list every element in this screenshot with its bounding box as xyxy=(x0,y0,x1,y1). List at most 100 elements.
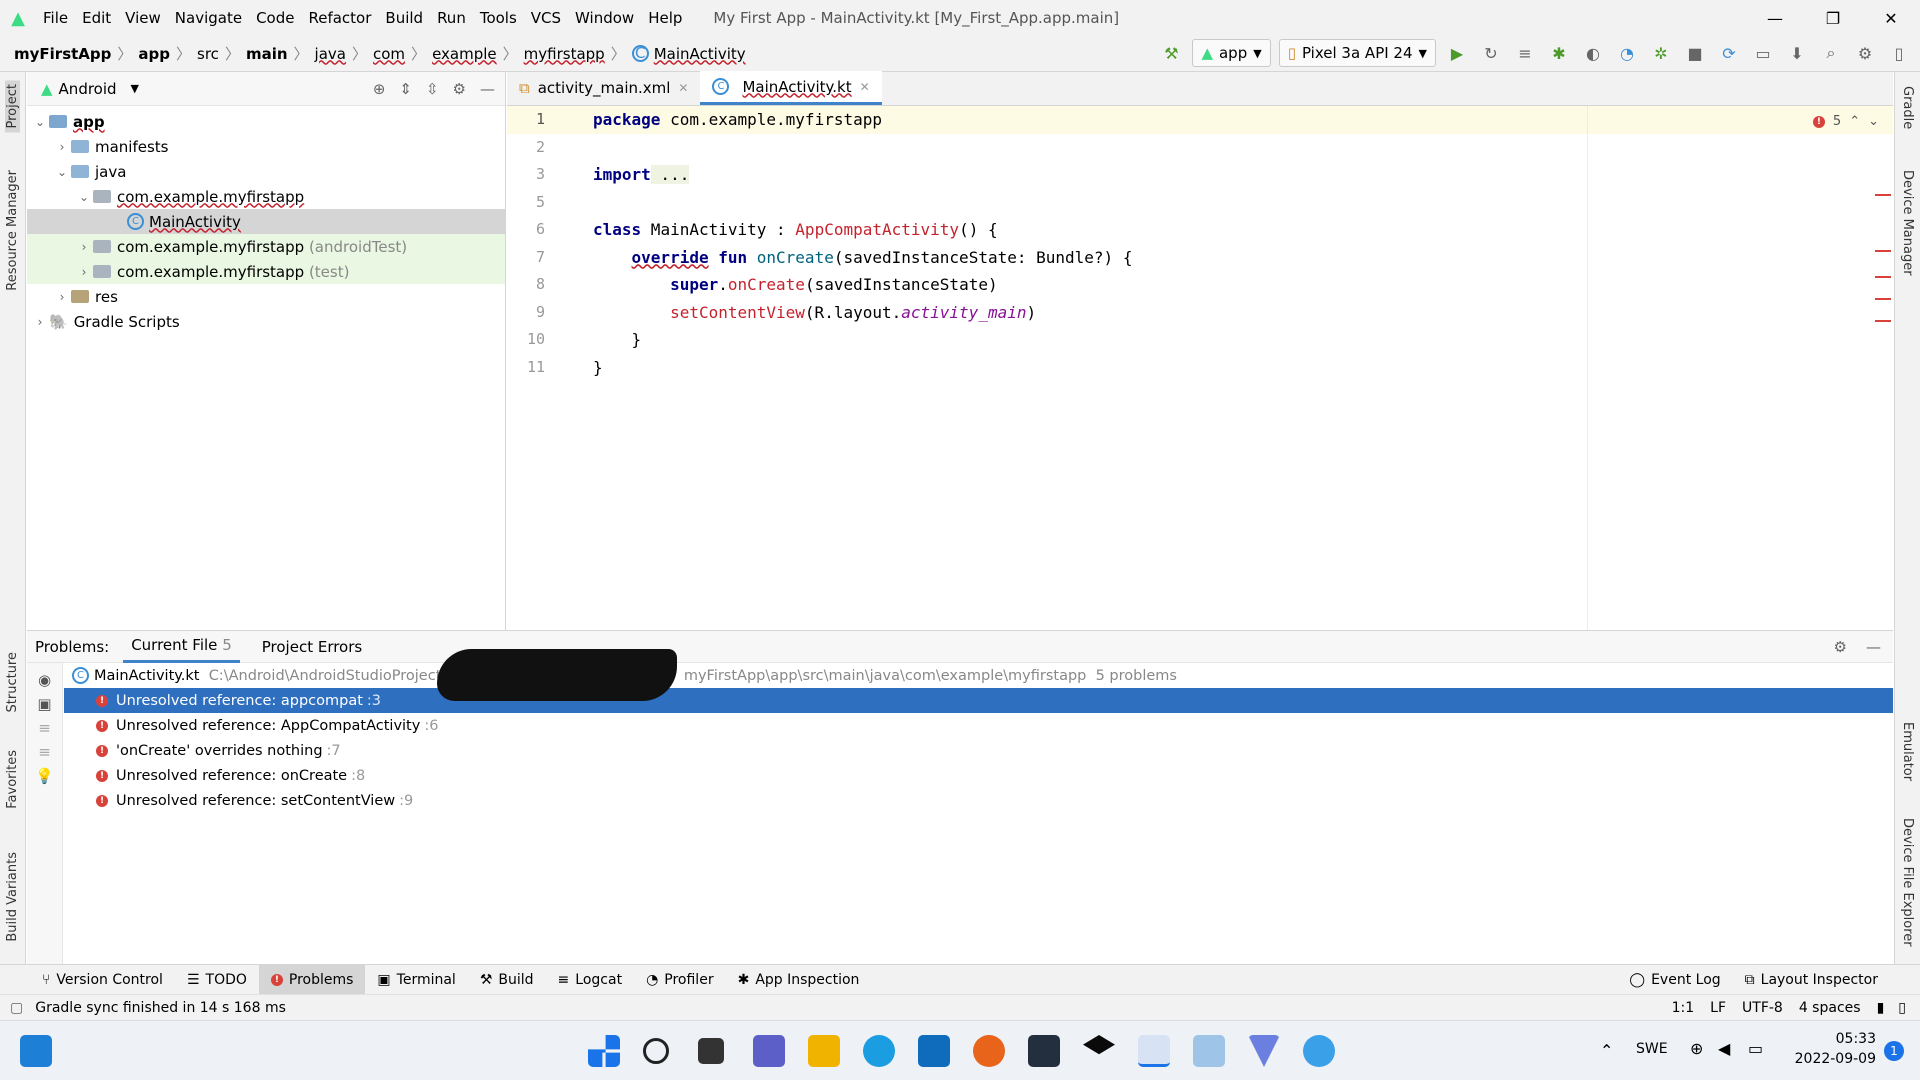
android-studio-taskbar-icon[interactable] xyxy=(1138,1035,1170,1067)
profile-icon[interactable]: ◔ xyxy=(1614,40,1640,66)
todo-button[interactable]: ☰ TODO xyxy=(175,965,259,995)
menu-file[interactable]: File xyxy=(36,9,75,27)
close-icon[interactable]: ✕ xyxy=(1862,0,1920,36)
search-icon[interactable] xyxy=(643,1038,669,1064)
chevron-up-icon[interactable]: ⌃ xyxy=(1600,1041,1613,1060)
event-log-button[interactable]: ◯ Event Log xyxy=(1617,965,1732,995)
notifications-icon[interactable]: ▯ xyxy=(1898,1000,1906,1016)
expand-all-icon[interactable]: ⇕ xyxy=(399,80,412,98)
chevron-right-icon[interactable]: › xyxy=(75,265,93,279)
chevron-down-icon[interactable]: ▼ xyxy=(131,82,139,95)
logcat-button[interactable]: ≡ Logcat xyxy=(546,965,635,995)
tab-current-file[interactable]: Current File 5 xyxy=(123,631,240,663)
locate-icon[interactable]: ⊕ xyxy=(373,80,386,98)
error-stripe-mark[interactable] xyxy=(1875,276,1891,278)
menu-build[interactable]: Build xyxy=(378,9,430,27)
apply-changes-icon[interactable]: ≡ xyxy=(1512,40,1538,66)
run-config-dropdown[interactable]: ▲ app ▼ xyxy=(1192,39,1271,67)
tree-item-mainactivity[interactable]: C MainActivity xyxy=(27,209,505,234)
minimize-icon[interactable]: — xyxy=(1746,0,1804,36)
restore-icon[interactable]: ❐ xyxy=(1804,0,1862,36)
tree-item-gradle-scripts[interactable]: › 🐘 Gradle Scripts xyxy=(27,309,505,334)
coverage-icon[interactable]: ◐ xyxy=(1580,40,1606,66)
dropbox-icon[interactable] xyxy=(1083,1035,1115,1055)
breadcrumb-java[interactable]: java xyxy=(315,45,346,63)
problems-button[interactable]: ! Problems xyxy=(258,964,366,995)
chevron-up-icon[interactable]: ⌃ xyxy=(1849,114,1860,129)
debug-icon[interactable]: ✱ xyxy=(1546,40,1572,66)
menu-window[interactable]: Window xyxy=(568,9,641,27)
breadcrumb-module[interactable]: app xyxy=(138,45,170,63)
b-app-icon[interactable] xyxy=(1028,1035,1060,1067)
chevron-right-icon[interactable]: › xyxy=(53,290,71,304)
chevron-down-icon[interactable]: ⌄ xyxy=(31,115,49,129)
breadcrumb-example[interactable]: example xyxy=(432,45,497,63)
problem-row[interactable]: ! Unresolved reference: onCreate:8 xyxy=(64,763,1893,788)
device-dropdown[interactable]: ▯ Pixel 3a API 24 ▼ xyxy=(1278,39,1436,67)
build-button[interactable]: ⚒ Build xyxy=(468,965,546,995)
device-file-explorer-tool-tab[interactable]: Device File Explorer xyxy=(1900,818,1915,947)
hammer-build-icon[interactable]: ⚒ xyxy=(1158,40,1184,66)
sdk-manager-icon[interactable]: ⬇ xyxy=(1784,40,1810,66)
attach-debugger-icon[interactable]: ✲ xyxy=(1648,40,1674,66)
menu-view[interactable]: View xyxy=(118,9,168,27)
menu-run[interactable]: Run xyxy=(430,9,473,27)
indent-setting[interactable]: 4 spaces xyxy=(1799,1000,1861,1016)
language-indicator[interactable]: SWE xyxy=(1636,1041,1668,1057)
python-icon[interactable] xyxy=(1303,1035,1335,1067)
profiler-button[interactable]: ◔ Profiler xyxy=(634,965,726,995)
device-manager-icon[interactable]: ▭ xyxy=(1750,40,1776,66)
tree-item-package-androidtest[interactable]: › com.example.myfirstapp (androidTest) xyxy=(27,234,505,259)
code-area[interactable]: package com.example.myfirstapp import ..… xyxy=(579,106,1893,630)
chevron-right-icon[interactable]: › xyxy=(75,240,93,254)
preview-icon[interactable]: ▣ xyxy=(27,695,62,713)
gear-icon[interactable]: ⚙ xyxy=(1834,638,1847,656)
tree-item-package-test[interactable]: › com.example.myfirstapp (test) xyxy=(27,259,505,284)
notification-badge[interactable]: 1 xyxy=(1884,1041,1904,1061)
structure-tool-tab[interactable]: Structure xyxy=(5,652,20,712)
breadcrumb-src[interactable]: src xyxy=(197,45,219,63)
gradle-tool-tab[interactable]: Gradle xyxy=(1900,86,1915,129)
menu-vcs[interactable]: VCS xyxy=(524,9,568,27)
volume-icon[interactable]: ◀ xyxy=(1718,1039,1730,1058)
tree-item-res[interactable]: › res xyxy=(27,284,505,309)
layout-inspector-button[interactable]: ⧉ Layout Inspector xyxy=(1733,965,1890,995)
close-tab-icon[interactable]: ✕ xyxy=(860,80,870,94)
tree-item-manifests[interactable]: › manifests xyxy=(27,134,505,159)
lightbulb-icon[interactable]: 💡 xyxy=(27,767,62,785)
menu-code[interactable]: Code xyxy=(249,9,301,27)
stop-icon[interactable]: ■ xyxy=(1682,40,1708,66)
sync-gradle-icon[interactable]: ⟳ xyxy=(1716,40,1742,66)
menu-refactor[interactable]: Refactor xyxy=(301,9,378,27)
tree-item-java[interactable]: ⌄ java xyxy=(27,159,505,184)
expand-icon[interactable]: ≡ xyxy=(27,719,62,737)
close-tab-icon[interactable]: ✕ xyxy=(678,81,688,95)
breadcrumb-myfirstapp[interactable]: myfirstapp xyxy=(524,45,605,63)
error-stripe-mark[interactable] xyxy=(1875,250,1891,252)
chevron-down-icon[interactable]: ⌄ xyxy=(53,165,71,179)
chevron-right-icon[interactable]: › xyxy=(31,315,49,329)
breadcrumb-project[interactable]: myFirstApp xyxy=(14,45,111,63)
breadcrumb-mainactivity[interactable]: MainActivity xyxy=(654,45,746,63)
edge-browser-icon[interactable] xyxy=(863,1035,895,1067)
file-encoding[interactable]: UTF-8 xyxy=(1742,1000,1783,1016)
clock-time[interactable]: 05:33 xyxy=(1800,1031,1876,1047)
tab-activity-main-xml[interactable]: ⧉ activity_main.xml ✕ xyxy=(507,71,700,105)
caret-position[interactable]: 1:1 xyxy=(1672,1000,1695,1016)
breadcrumb-main[interactable]: main xyxy=(246,45,288,63)
tree-item-app[interactable]: ⌄ app xyxy=(27,109,505,134)
error-stripe-mark[interactable] xyxy=(1875,298,1891,300)
hide-icon[interactable]: — xyxy=(1866,638,1881,656)
tab-mainactivity-kt[interactable]: C MainActivity.kt ✕ xyxy=(700,71,882,105)
breadcrumb-com[interactable]: com xyxy=(373,45,405,63)
lock-icon[interactable]: ▮ xyxy=(1877,1000,1885,1016)
menu-navigate[interactable]: Navigate xyxy=(168,9,249,27)
favorites-tool-tab[interactable]: Favorites xyxy=(5,750,20,809)
tab-project-errors[interactable]: Project Errors xyxy=(254,631,370,663)
chevron-right-icon[interactable]: › xyxy=(53,140,71,154)
error-stripe-mark[interactable] xyxy=(1875,194,1891,196)
microsoft-store-icon[interactable] xyxy=(918,1035,950,1067)
funnel-app-icon[interactable] xyxy=(1248,1035,1280,1067)
menu-tools[interactable]: Tools xyxy=(473,9,524,27)
chevron-down-icon[interactable]: ⌄ xyxy=(1868,114,1879,129)
